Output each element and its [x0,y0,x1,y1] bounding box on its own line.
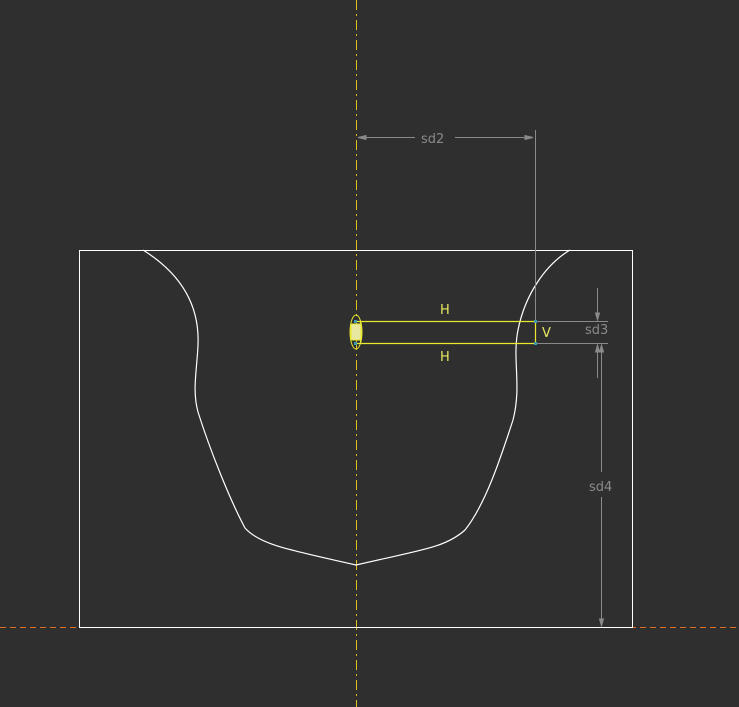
symmetry-constraint-icon[interactable] [350,323,362,341]
vertex-point[interactable] [534,320,537,323]
horizontal-constraint-bottom[interactable]: H [440,350,450,365]
dimension-sd3-label[interactable]: sd3 [585,323,608,338]
vertex-point[interactable] [354,342,357,345]
dimension-sd2[interactable] [357,130,536,320]
sketch-canvas[interactable]: H H V sd2 sd3 sd4 [0,0,739,707]
vertex-point[interactable] [354,320,357,323]
dimension-sd4-label[interactable]: sd4 [589,480,612,495]
dimension-sd2-label[interactable]: sd2 [421,132,444,147]
selected-slot[interactable] [349,314,537,350]
vertical-constraint[interactable]: V [542,326,551,341]
horizontal-constraint-top[interactable]: H [440,303,450,318]
vertex-point[interactable] [534,342,537,345]
